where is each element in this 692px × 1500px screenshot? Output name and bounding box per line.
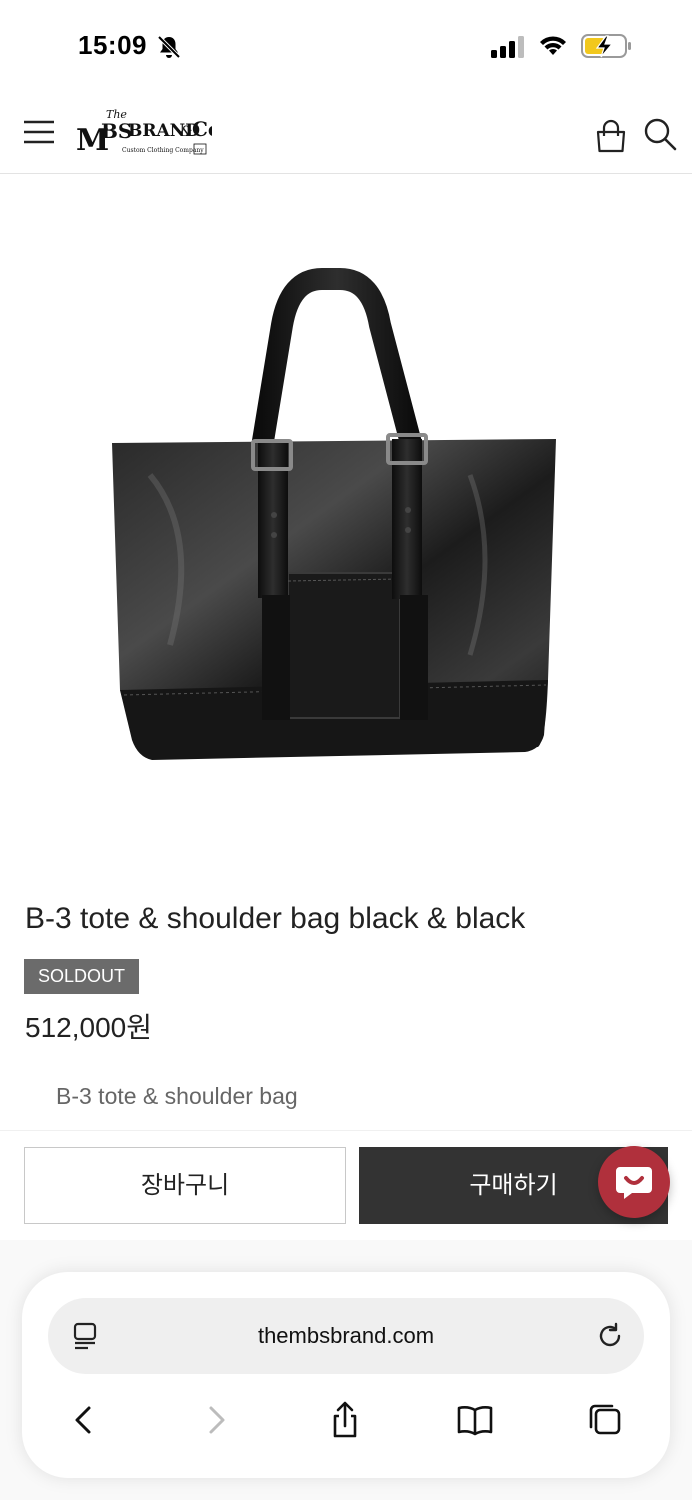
status-bar: 15:09 [0,0,692,96]
site-header: The M BS BRAND & Co Custom Clothing Comp… [0,96,692,174]
forward-button[interactable] [196,1400,236,1440]
product-image[interactable] [0,175,692,865]
search-icon[interactable] [642,116,678,152]
product-description: B-3 tote & shoulder bag [56,1083,298,1109]
browser-toolbar: thembsbrand.com [22,1272,670,1478]
purchase-action-bar: 장바구니 구매하기 [0,1130,692,1240]
svg-text:Custom Clothing Company: Custom Clothing Company [122,147,204,154]
shopping-bag-icon[interactable] [594,118,628,154]
tabs-button[interactable] [585,1400,625,1440]
add-to-cart-button[interactable]: 장바구니 [24,1147,346,1224]
tabs-icon [589,1404,621,1435]
bell-slash-icon [157,35,181,59]
back-button[interactable] [64,1400,104,1440]
share-icon [333,1401,357,1438]
brand-logo[interactable]: The M BS BRAND & Co Custom Clothing Comp… [76,106,212,162]
browser-nav-row [22,1400,670,1440]
svg-text:&: & [180,124,192,140]
share-button[interactable] [325,1400,365,1440]
book-icon [457,1406,493,1436]
soldout-badge: SOLDOUT [24,959,139,994]
wifi-icon [540,36,566,55]
status-time: 15:09 [78,30,147,60]
svg-text:Co: Co [192,117,212,141]
product-title: B-3 tote & shoulder bag black & black [25,902,526,935]
url-text[interactable]: thembsbrand.com [48,1323,644,1349]
reload-icon[interactable] [596,1322,624,1350]
hamburger-menu-icon[interactable] [22,118,56,146]
chevron-left-icon [75,1406,91,1434]
bookmarks-button[interactable] [455,1400,495,1440]
cellular-signal-icon [491,36,524,58]
chevron-right-icon [209,1406,225,1434]
chat-bubble-icon [616,1167,652,1199]
chat-button[interactable] [598,1146,670,1218]
address-bar[interactable]: thembsbrand.com [48,1298,644,1374]
battery-charging-icon [581,34,631,58]
product-price: 512,000원 [25,1012,152,1043]
